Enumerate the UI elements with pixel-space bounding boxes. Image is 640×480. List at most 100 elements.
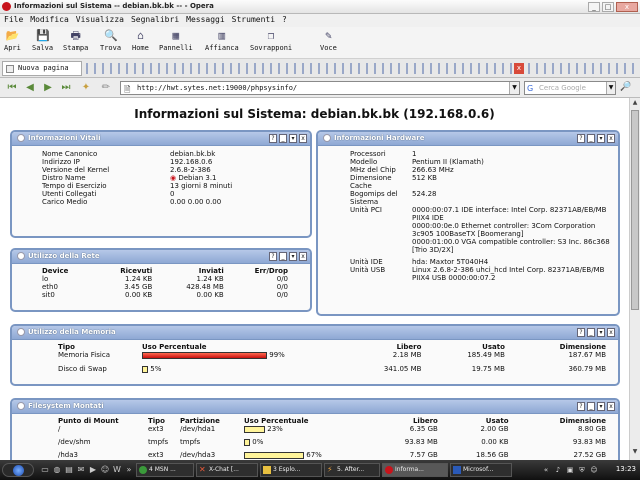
table-row: lo 1.24 KB 1.24 KB 0/0	[42, 275, 288, 283]
tray-arrow-icon[interactable]: «	[542, 466, 550, 474]
scroll-thumb[interactable]	[631, 110, 639, 310]
window-titlebar[interactable]: Informazioni sul Sistema -- debian.bk.bk…	[0, 0, 640, 14]
zoom-icon[interactable]: 🔎	[620, 82, 631, 92]
rewind-icon[interactable]: ⏮	[6, 82, 18, 94]
task-winamp[interactable]: ⚡ 5. After...	[324, 463, 380, 477]
save-button[interactable]: 💾 Salva	[32, 29, 53, 52]
table-row: Nome Canonico debian.bk.bk	[42, 150, 216, 158]
print-button[interactable]: 🖶 Stampa	[63, 29, 88, 52]
menu-segnalibri[interactable]: Segnalibri	[127, 14, 182, 24]
close-box-icon[interactable]: x	[299, 252, 307, 261]
table-row: Utenti Collegati 0	[42, 190, 175, 198]
collapse-box-icon[interactable]: ▾	[597, 134, 605, 143]
forward-icon[interactable]: ▶	[42, 82, 54, 94]
firefox-icon[interactable]: ◍	[52, 465, 62, 475]
network-icon[interactable]: ▣	[566, 466, 574, 474]
hardware-table: Processori 1 Modello Pentium II (Klamath) …	[348, 150, 612, 282]
minimize-box-icon[interactable]: _	[279, 252, 287, 261]
minimize-box-icon[interactable]: _	[587, 402, 595, 411]
table-row: Disco di Swap 5% 341.05 MB 19.75 MB 360.79 …	[58, 365, 606, 373]
menu-help[interactable]: ?	[278, 14, 290, 24]
chat-tray-icon[interactable]: ☺	[590, 466, 598, 474]
table-row: Tempo di Esercizio 13 giorni 8 minuti	[42, 182, 233, 190]
filesystems-title: Filesystem Montati	[28, 402, 104, 410]
close-tab-icon[interactable]: x	[514, 63, 524, 74]
menu-modifica[interactable]: Modifica	[26, 14, 72, 24]
volume-icon[interactable]: ♪	[554, 466, 562, 474]
close-box-icon[interactable]: x	[607, 402, 615, 411]
start-button[interactable]	[2, 463, 34, 477]
winamp-icon: ⚡	[327, 465, 333, 474]
menu-file[interactable]: File	[0, 14, 26, 24]
help-icon[interactable]: ?	[269, 252, 277, 261]
mail-icon[interactable]: ✉	[76, 465, 86, 475]
back-icon[interactable]: ◀	[24, 82, 36, 94]
table-row: sit0 0.00 KB 0.00 KB 0/0	[42, 291, 288, 299]
minimize-box-icon[interactable]: _	[279, 134, 287, 143]
chat-icon[interactable]: ☺	[100, 465, 110, 475]
bullet-icon	[323, 134, 331, 142]
word-icon[interactable]: W	[112, 465, 122, 475]
fast-forward-icon[interactable]: ⏭	[60, 82, 72, 94]
open-button[interactable]: 📂 Apri	[4, 29, 21, 52]
help-icon[interactable]: ?	[577, 328, 585, 337]
tab-strip[interactable]	[86, 63, 512, 74]
filesystems-table: Punto di Mount Tipo Partizione Uso Percentu…	[56, 417, 608, 459]
search-input[interactable]: G Cerca Google ▼	[524, 81, 616, 95]
search-dropdown-icon[interactable]: ▼	[606, 82, 615, 94]
task-word[interactable]: Microsof...	[450, 463, 512, 477]
chevron-right-icon[interactable]: »	[124, 465, 134, 475]
close-box-icon[interactable]: x	[607, 134, 615, 143]
scroll-up-icon[interactable]: ▲	[631, 99, 639, 109]
help-icon[interactable]: ?	[269, 134, 277, 143]
minimize-box-icon[interactable]: _	[587, 134, 595, 143]
close-button[interactable]: x	[616, 2, 638, 12]
cascade-button[interactable]: ❐ Sovrapponi	[250, 29, 292, 52]
help-icon[interactable]: ?	[577, 402, 585, 411]
table-row: /dev/shm tmpfs tmpfs 0% 93.83 MB 0.00 KB 93.8…	[58, 438, 606, 446]
collapse-box-icon[interactable]: ▾	[289, 134, 297, 143]
voice-button[interactable]: ✎ Voce	[320, 29, 337, 52]
tab-strip-right[interactable]	[528, 63, 638, 74]
task-explorer[interactable]: 3 Esplo...	[260, 463, 322, 477]
tab-nuova-pagina[interactable]: Nuova pagina	[2, 61, 82, 76]
table-row: Unità USB Linux 2.6.8-2-386 uhci_hcd Inte…	[350, 266, 605, 282]
clock[interactable]: 13:23	[616, 465, 636, 473]
close-box-icon[interactable]: x	[607, 328, 615, 337]
home-button[interactable]: ⌂ Home	[132, 29, 149, 52]
tile-button[interactable]: ▥ Affianca	[205, 29, 239, 52]
maximize-button[interactable]: □	[602, 2, 614, 12]
vertical-scrollbar[interactable]: ▲ ▼	[629, 98, 640, 460]
minimize-box-icon[interactable]: _	[587, 328, 595, 337]
collapse-box-icon[interactable]: ▾	[289, 252, 297, 261]
google-icon: G	[527, 84, 534, 93]
url-input[interactable]: 🗎 http://hwt.sytes.net:19000/phpsysinfo/…	[120, 81, 520, 95]
close-box-icon[interactable]: x	[299, 134, 307, 143]
task-opera[interactable]: Informa...	[382, 463, 448, 477]
minimize-button[interactable]: _	[588, 2, 600, 12]
url-dropdown-icon[interactable]: ▼	[509, 82, 519, 94]
edit-icon[interactable]: ✏	[100, 82, 112, 94]
table-row: /hda3 ext3/dev/hda3 67% 7.57 GB 18.56 GB 27.…	[58, 451, 606, 459]
menu-visualizza[interactable]: Visualizza	[72, 14, 127, 24]
disk-usage-bar	[244, 438, 250, 446]
hardware-box: Informazioni Hardware ? _ ▾ x Processori 1 M…	[316, 130, 620, 316]
show-desktop-icon[interactable]: ▭	[40, 465, 50, 475]
collapse-box-icon[interactable]: ▾	[597, 328, 605, 337]
task-xchat[interactable]: ✕ X-Chat [...	[196, 463, 258, 477]
wand-icon[interactable]: ✦	[80, 82, 92, 94]
xchat-icon: ✕	[199, 465, 206, 474]
table-row: Dimensione Cache 512 KB	[350, 174, 437, 190]
folder-icon[interactable]: ▤	[64, 465, 74, 475]
find-button[interactable]: 🔍 Trova	[100, 29, 121, 52]
menu-messaggi[interactable]: Messaggi	[182, 14, 228, 24]
task-msn[interactable]: 4 MSN ...	[136, 463, 194, 477]
shield-icon[interactable]: ⛨	[578, 466, 586, 474]
collapse-box-icon[interactable]: ▾	[597, 402, 605, 411]
menu-strumenti[interactable]: Strumenti	[228, 14, 278, 24]
scroll-down-icon[interactable]: ▼	[631, 448, 639, 458]
window-title: Informazioni sul Sistema -- debian.bk.bk…	[14, 2, 214, 10]
media-icon[interactable]: ▶	[88, 465, 98, 475]
help-icon[interactable]: ?	[577, 134, 585, 143]
panels-button[interactable]: ▦ Pannelli	[159, 29, 193, 52]
